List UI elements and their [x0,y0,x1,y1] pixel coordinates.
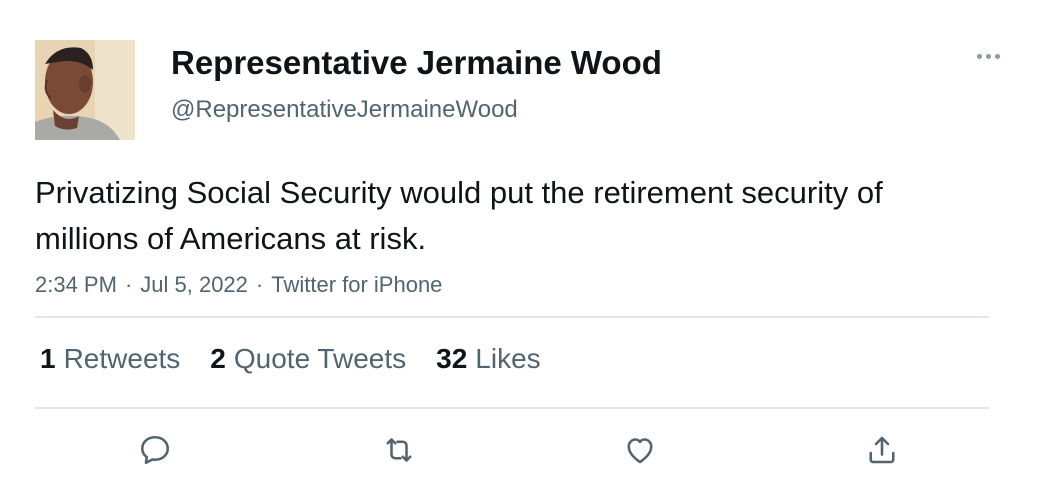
retweets-stat[interactable]: 1 Retweets [40,340,180,378]
meta-separator: · [255,272,264,297]
tweet-source[interactable]: Twitter for iPhone [271,272,442,297]
tweet-time[interactable]: 2:34 PM [35,272,117,297]
quote-tweets-count: 2 [210,343,226,374]
tweet-text: Privatizing Social Security would put th… [35,175,883,256]
tweet-date[interactable]: Jul 5, 2022 [140,272,248,297]
dot [985,53,991,59]
tweet-meta: 2:34 PM · Jul 5, 2022 · Twitter for iPhone [35,269,442,301]
dot [976,53,982,59]
like-icon [627,438,653,464]
divider [35,407,989,409]
retweets-label: Retweets [63,343,181,374]
reply-button[interactable] [133,428,177,472]
reply-icon [140,435,170,465]
retweets-count: 1 [40,343,56,374]
share-icon [869,436,895,464]
avatar-photo [35,40,135,140]
likes-label: Likes [475,343,541,374]
likes-count: 32 [436,343,468,374]
more-options-icon[interactable] [968,44,1008,68]
engagement-stats: 1 Retweets 2 Quote Tweets 32 Likes [40,340,541,378]
author-handle[interactable]: @RepresentativeJermaineWood [171,94,518,126]
retweet-button[interactable] [377,428,421,472]
share-button[interactable] [860,428,904,472]
dot [994,53,1000,59]
quote-tweets-stat[interactable]: 2 Quote Tweets [210,340,406,378]
retweet-icon [386,438,412,462]
avatar[interactable] [35,40,135,140]
likes-stat[interactable]: 32 Likes [436,340,541,378]
divider [35,316,989,318]
quote-tweets-label: Quote Tweets [233,343,407,374]
author-name[interactable]: Representative Jermaine Wood [171,42,662,84]
like-button[interactable] [618,428,662,472]
meta-separator: · [124,272,133,297]
